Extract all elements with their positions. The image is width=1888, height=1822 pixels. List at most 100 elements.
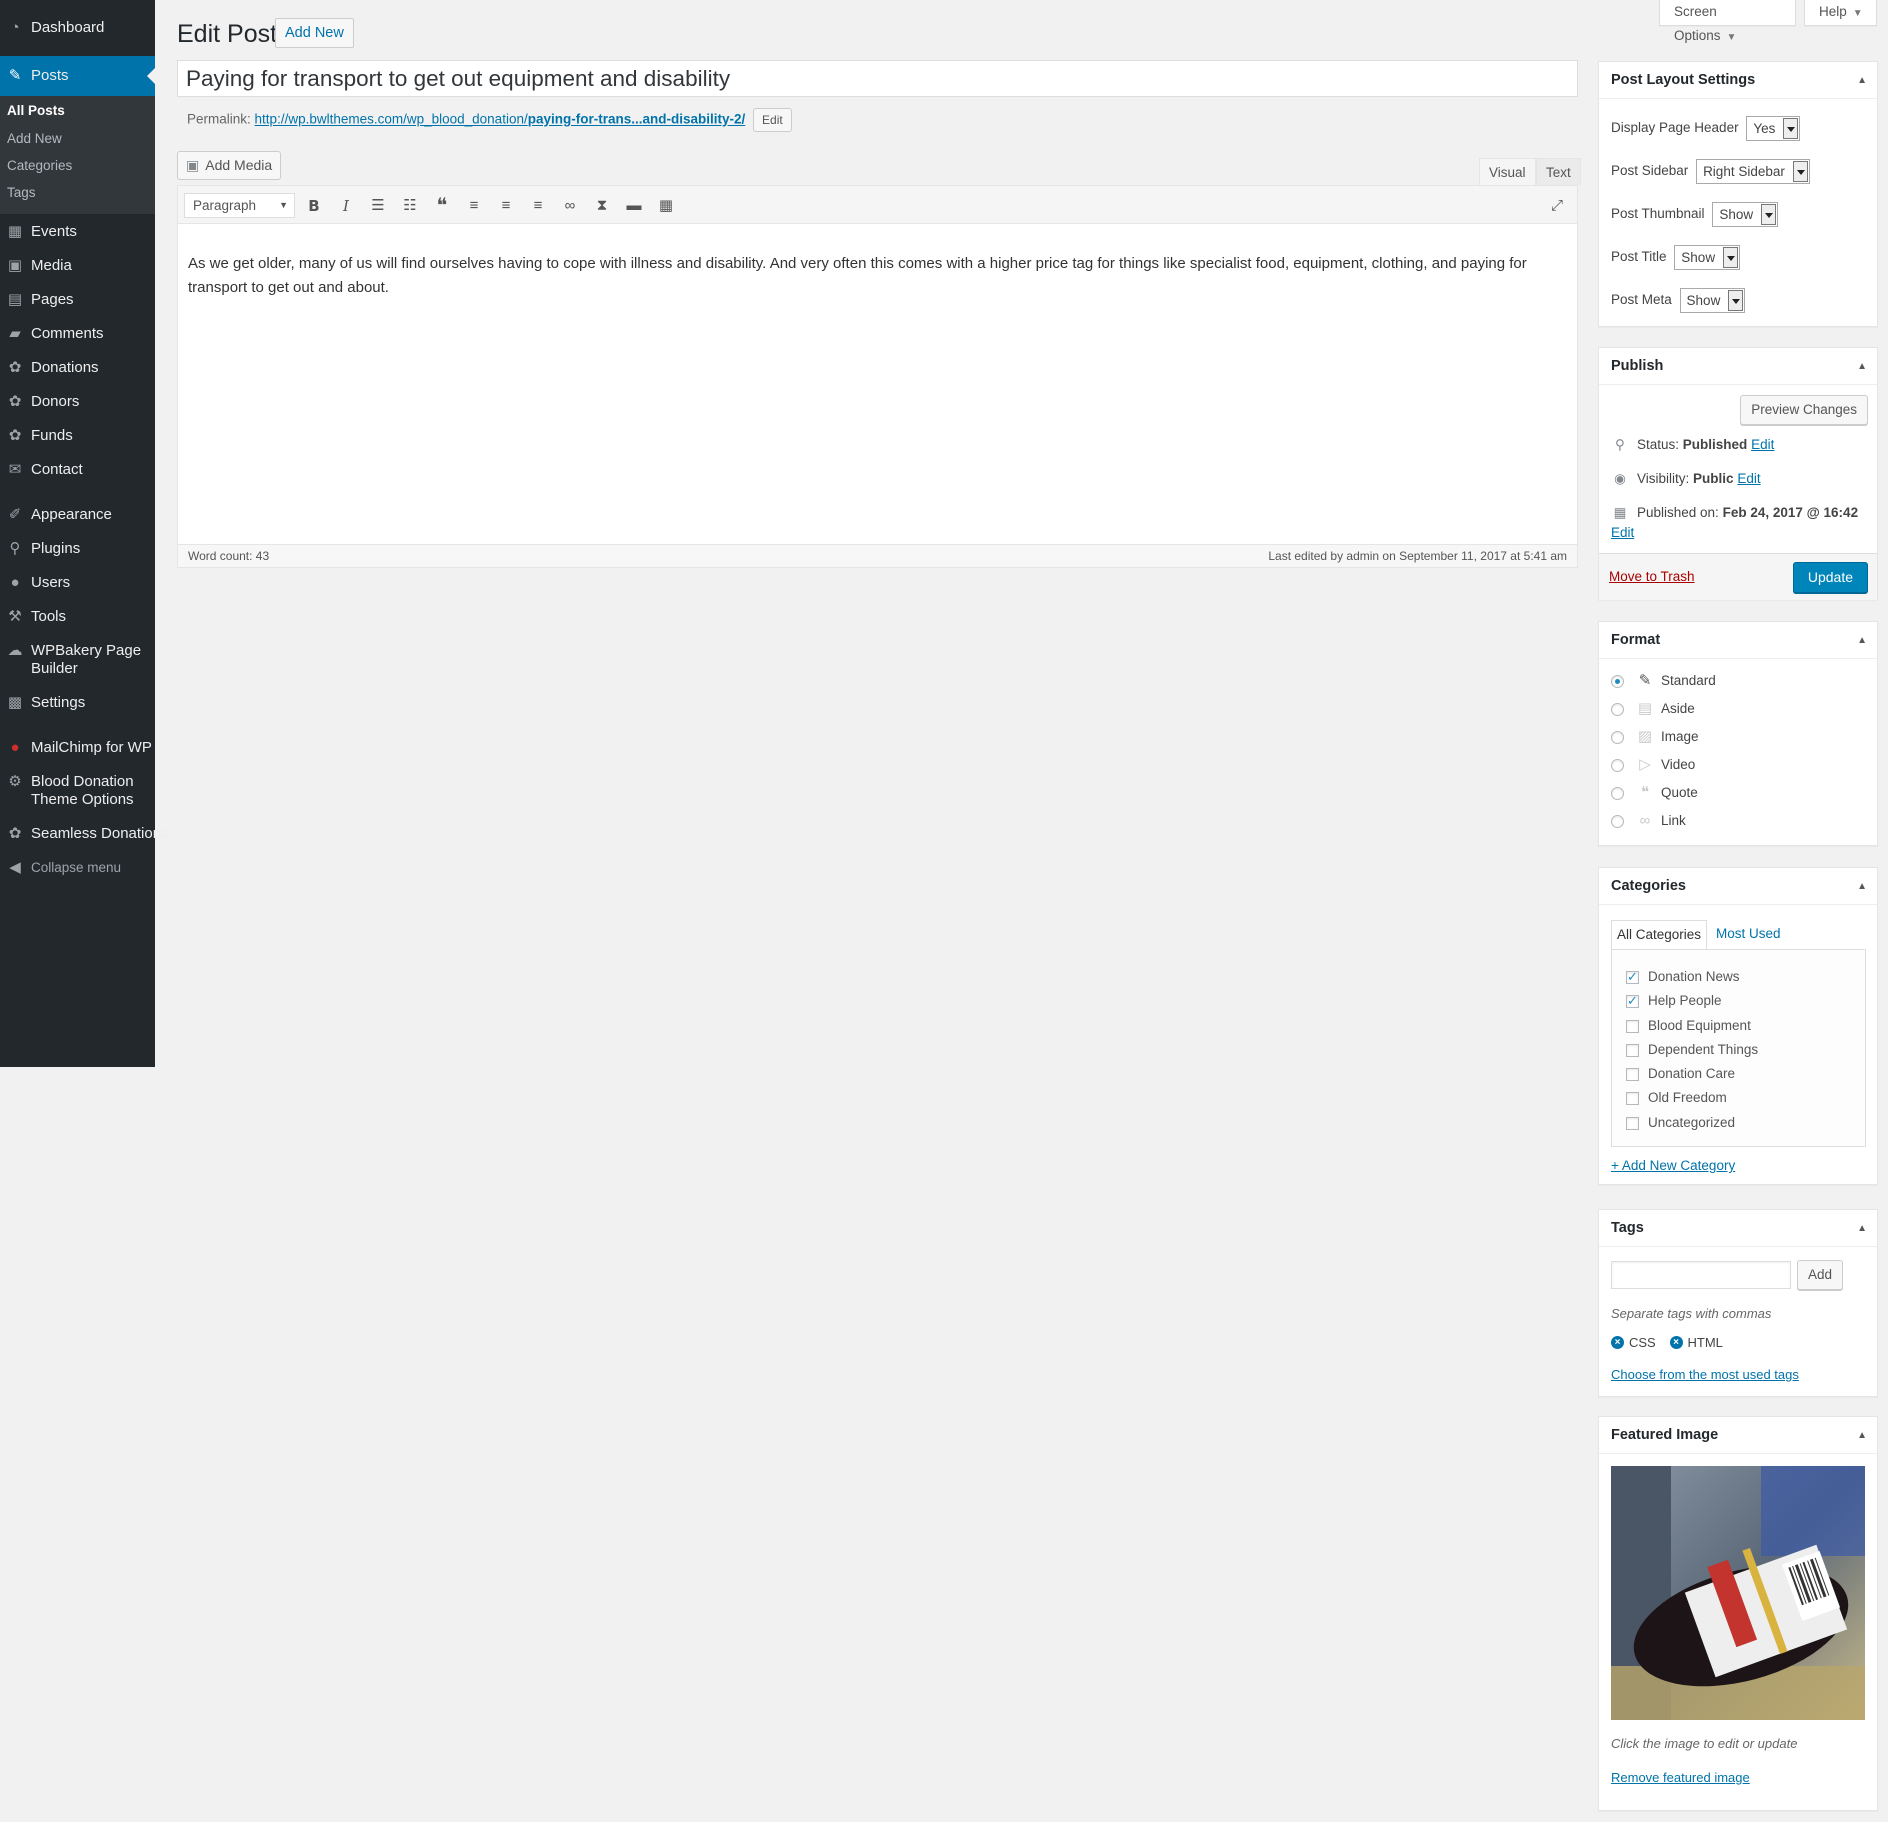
add-tag-button[interactable]: Add xyxy=(1797,1260,1844,1290)
postbox-header[interactable]: Tags ▲ xyxy=(1599,1210,1877,1247)
checkbox[interactable] xyxy=(1626,992,1639,1010)
format-option-aside[interactable]: ▤ Aside xyxy=(1611,700,1695,718)
collapse-arrow-icon[interactable]: ▲ xyxy=(1857,1417,1867,1454)
checkbox[interactable] xyxy=(1626,1116,1639,1130)
bold-icon[interactable]: B xyxy=(302,194,326,218)
new-tag-input[interactable] xyxy=(1611,1261,1791,1289)
postbox-header[interactable]: Post Layout Settings ▲ xyxy=(1599,62,1877,99)
add-new-category-link[interactable]: + Add New Category xyxy=(1611,1157,1735,1175)
mailchimp-icon: ● xyxy=(10,739,20,756)
post-title-select[interactable]: Show xyxy=(1674,245,1741,270)
collapse-arrow-icon[interactable]: ▲ xyxy=(1857,62,1867,99)
checkbox[interactable] xyxy=(1626,1043,1639,1057)
display-page-header-select[interactable]: Yes xyxy=(1746,116,1801,141)
menu-blood-donation-options[interactable]: ⚙ Blood Donation Theme Options xyxy=(0,773,155,809)
submenu-tags[interactable]: Tags xyxy=(7,184,36,202)
tab-text[interactable]: Text xyxy=(1536,158,1581,185)
update-button[interactable]: Update xyxy=(1792,562,1868,593)
dropdown-arrow-icon xyxy=(1783,118,1799,139)
tab-visual[interactable]: Visual xyxy=(1479,158,1536,185)
checkbox[interactable] xyxy=(1626,1091,1639,1105)
menu-posts[interactable]: ✎ Posts xyxy=(0,56,155,96)
move-to-trash-link[interactable]: Move to Trash xyxy=(1609,569,1695,584)
collapse-arrow-icon[interactable]: ▲ xyxy=(1857,622,1867,659)
radio-button[interactable] xyxy=(1611,674,1624,688)
radio-button[interactable] xyxy=(1611,702,1624,716)
format-option-video[interactable]: ▷ Video xyxy=(1611,756,1695,774)
submenu-add-new[interactable]: Add New xyxy=(7,130,62,148)
category-item[interactable]: Old Freedom xyxy=(1626,1089,1727,1107)
radio-button[interactable] xyxy=(1611,814,1624,828)
radio-button[interactable] xyxy=(1611,786,1624,800)
menu-label: Settings xyxy=(31,694,86,711)
remove-tag-icon[interactable]: × xyxy=(1669,1336,1683,1349)
align-right-icon[interactable]: ≡ xyxy=(526,194,550,218)
collapse-arrow-icon[interactable]: ▲ xyxy=(1857,348,1867,385)
menu-dashboard[interactable]: ◔ Dashboard xyxy=(0,19,155,39)
numbered-list-icon[interactable]: ☷ xyxy=(398,194,422,218)
post-thumbnail-select[interactable]: Show xyxy=(1712,202,1779,227)
format-select[interactable]: Paragraph ▼ xyxy=(184,193,295,218)
align-left-icon[interactable]: ≡ xyxy=(462,194,486,218)
category-item[interactable]: Donation Care xyxy=(1626,1065,1735,1083)
read-more-icon[interactable]: ▬ xyxy=(622,194,646,218)
word-count: Word count: 43 xyxy=(188,549,270,563)
postbox-header[interactable]: Featured Image ▲ xyxy=(1599,1417,1877,1454)
blockquote-icon[interactable]: ❝ xyxy=(430,194,454,218)
featured-image[interactable] xyxy=(1611,1466,1865,1720)
checkbox[interactable] xyxy=(1626,1067,1639,1081)
format-option-image[interactable]: ▨ Image xyxy=(1611,728,1699,746)
category-item[interactable]: Uncategorized xyxy=(1626,1114,1735,1132)
post-meta-select[interactable]: Show xyxy=(1679,288,1746,313)
edit-status-link[interactable]: Edit xyxy=(1751,437,1774,452)
menu-label: Seamless Donations xyxy=(31,825,169,842)
bullet-list-icon[interactable]: ☰ xyxy=(366,194,390,218)
editor-content[interactable]: As we get older, many of us will find ou… xyxy=(188,252,1547,300)
fullscreen-icon[interactable]: ⤢ xyxy=(1545,194,1569,218)
radio-button[interactable] xyxy=(1611,730,1624,744)
postbox-header[interactable]: Categories ▲ xyxy=(1599,868,1877,905)
menu-wpbakery[interactable]: ☁ WPBakery Page Builder xyxy=(0,642,155,678)
tag-label: CSS xyxy=(1629,1334,1656,1350)
unlink-icon[interactable]: ⧗ xyxy=(590,194,614,218)
category-item[interactable]: Blood Equipment xyxy=(1626,1017,1751,1035)
checkbox[interactable] xyxy=(1626,968,1639,986)
checkbox[interactable] xyxy=(1626,1019,1639,1033)
post-sidebar-select[interactable]: Right Sidebar xyxy=(1696,159,1810,184)
remove-featured-image-link[interactable]: Remove featured image xyxy=(1611,1769,1750,1787)
format-option-quote[interactable]: ❝ Quote xyxy=(1611,784,1698,802)
permalink-edit-button[interactable]: Edit xyxy=(753,108,792,132)
tab-all-categories[interactable]: All Categories xyxy=(1611,920,1708,950)
italic-icon[interactable]: I xyxy=(334,194,358,218)
select-value: Yes xyxy=(1753,121,1776,136)
submenu-categories[interactable]: Categories xyxy=(7,157,72,175)
toolbar-toggle-icon[interactable]: ▦ xyxy=(654,194,678,218)
radio-button[interactable] xyxy=(1611,758,1624,772)
choose-tags-link[interactable]: Choose from the most used tags xyxy=(1611,1366,1799,1384)
collapse-arrow-icon[interactable]: ▲ xyxy=(1857,868,1867,905)
category-item[interactable]: Help People xyxy=(1626,992,1722,1010)
gear-icon: ⚙ xyxy=(8,773,22,790)
permalink-link[interactable]: http://wp.bwlthemes.com/wp_blood_donatio… xyxy=(255,112,746,127)
collapse-arrow-icon[interactable]: ▲ xyxy=(1857,1210,1867,1247)
align-center-icon[interactable]: ≡ xyxy=(494,194,518,218)
submenu-all-posts[interactable]: All Posts xyxy=(7,102,65,120)
format-option-standard[interactable]: ✎ Standard xyxy=(1611,672,1716,690)
tag-chip: × HTML xyxy=(1669,1334,1723,1352)
help-button[interactable]: Help ▼ xyxy=(1804,0,1877,26)
remove-tag-icon[interactable]: × xyxy=(1611,1336,1624,1349)
edit-visibility-link[interactable]: Edit xyxy=(1737,471,1760,486)
preview-changes-button[interactable]: Preview Changes xyxy=(1740,395,1868,425)
tab-most-used[interactable]: Most Used xyxy=(1711,920,1786,950)
format-option-link[interactable]: ∞ Link xyxy=(1611,812,1686,830)
screen-options-button[interactable]: Screen Options ▼ xyxy=(1659,0,1796,43)
add-new-button[interactable]: Add New xyxy=(275,18,354,48)
link-icon[interactable]: ∞ xyxy=(558,194,582,218)
postbox-header[interactable]: Format ▲ xyxy=(1599,622,1877,659)
category-item[interactable]: Donation News xyxy=(1626,968,1740,986)
category-item[interactable]: Dependent Things xyxy=(1626,1041,1758,1059)
post-title-input[interactable]: Paying for transport to get out equipmen… xyxy=(177,60,1578,97)
postbox-header[interactable]: Publish ▲ xyxy=(1599,348,1877,385)
edit-date-link[interactable]: Edit xyxy=(1611,524,1634,542)
add-media-button[interactable]: ▣ Add Media xyxy=(177,151,282,180)
